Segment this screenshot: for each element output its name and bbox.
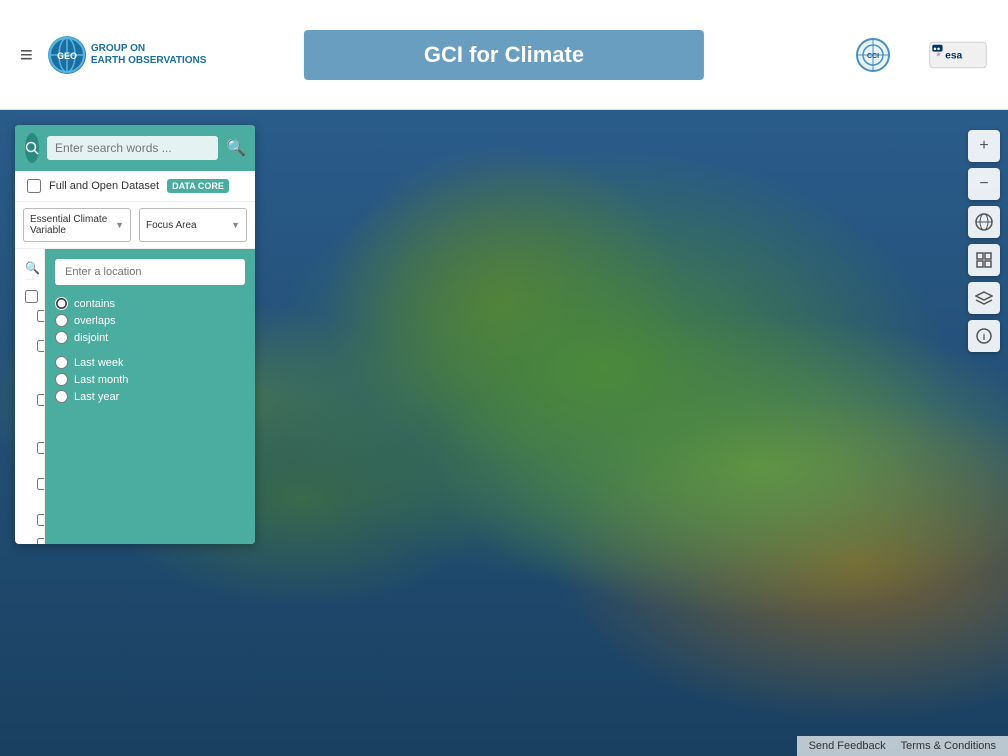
dropdowns-row: Essential Climate Variable ▼ Focus Area … [15,202,255,249]
zoom-out-button[interactable]: − [968,168,1000,200]
soil-moisture-checkbox[interactable] [37,514,45,526]
focus-area-dropdown[interactable]: Focus Area ▼ [139,208,247,242]
overlaps-radio[interactable] [55,314,68,327]
svg-text:●●: ●● [933,46,941,52]
topbar: ≡ GEO GROUP ON EARTH OBSERVATIONS GCI fo… [0,0,1008,110]
geo-logo-emblem: GEO [48,36,86,74]
send-feedback-link[interactable]: Send Feedback [809,740,886,752]
svg-text:GEO: GEO [57,51,77,61]
geocore-badge: DATA CORE [167,179,229,193]
terms-link[interactable]: Terms & Conditions [901,740,996,752]
list-item[interactable]: Soil moisture [25,505,37,535]
terrestrial-checkbox[interactable] [25,290,38,303]
search-input[interactable] [47,136,218,160]
search-actions: 🔍 | ✕ ◀ [226,138,255,158]
cci-logo: CCI [853,35,913,75]
svg-text:CCI: CCI [867,53,879,60]
info-button[interactable]: i [968,320,1000,352]
map-footer: Send Feedback Terms & Conditions [797,736,1008,756]
disjoint-label: disjoint [74,332,108,344]
last-month-option[interactable]: Last month [55,373,245,386]
grid-button[interactable] [968,244,1000,276]
title-banner: GCI for Climate [304,30,704,80]
last-month-label: Last month [74,374,128,386]
panel-content: 🔍 ✕ TERRESTRIAL Albedo Land Surface Temp… [15,249,255,544]
soil-carbon-checkbox[interactable] [37,442,45,454]
esa-logo: ★ esa ●● [928,35,988,75]
location-input[interactable] [55,259,245,285]
last-week-label: Last week [74,357,124,369]
search-bar: 🔍 | ✕ ◀ [15,125,255,171]
overlaps-option[interactable]: overlaps [55,314,245,327]
last-year-option[interactable]: Last year [55,390,245,403]
zoom-in-button[interactable]: + [968,130,1000,162]
ecv-dropdown[interactable]: Essential Climate Variable ▼ [23,208,131,242]
full-open-checkbox[interactable] [27,179,41,193]
last-month-radio[interactable] [55,373,68,386]
contains-label: contains [74,298,115,310]
list-item[interactable]: Above-ground biomass [25,463,37,505]
disjoint-option[interactable]: disjoint [55,331,245,344]
list-item[interactable]: Albedo [25,307,37,325]
search-icon-btn[interactable] [25,133,39,163]
last-year-label: Last year [74,391,119,403]
map-area[interactable]: 🔍 | ✕ ◀ Full and Open Dataset DATA CORE … [0,110,1008,756]
geo-logo-text: GROUP ON EARTH OBSERVATIONS [91,43,207,67]
geo-logo: GEO GROUP ON EARTH OBSERVATIONS [48,36,207,74]
focus-area-dropdown-arrow: ▼ [231,220,240,230]
globe-button[interactable] [968,206,1000,238]
filter-row: Full and Open Dataset DATA CORE [15,171,255,202]
land-surface-temp-checkbox[interactable] [37,340,45,352]
map-tools: + − [968,130,1000,352]
overlaps-label: overlaps [74,315,116,327]
full-open-label: Full and Open Dataset [49,180,159,192]
hamburger-icon[interactable]: ≡ [20,42,33,68]
spatial-relation-group: contains overlaps disjoint [55,297,245,344]
last-week-radio[interactable] [55,356,68,369]
disjoint-radio[interactable] [55,331,68,344]
contains-option[interactable]: contains [55,297,245,310]
time-filter-group: Last week Last month Last year [55,356,245,403]
page-title: GCI for Climate [424,42,584,68]
layers-button[interactable] [968,282,1000,314]
search-submit-icon[interactable]: 🔍 [226,138,246,158]
topbar-right: CCI ★ esa ●● [853,35,988,75]
checklist-search-icon: 🔍 [25,261,40,275]
filter-panel: contains overlaps disjoint Last week [45,249,255,544]
last-year-radio[interactable] [55,390,68,403]
albedo-checkbox[interactable] [37,310,45,322]
terrestrial-section-header: TERRESTRIAL [25,286,34,307]
list-item[interactable]: Latent and Sensible heat fluxes [25,367,37,433]
checklist-area: 🔍 ✕ TERRESTRIAL Albedo Land Surface Temp… [15,249,45,544]
list-item[interactable]: Soil Carbon [25,433,37,463]
svg-text:★: ★ [935,51,942,58]
topbar-left: ≡ GEO GROUP ON EARTH OBSERVATIONS [20,36,206,74]
latent-heat-checkbox[interactable] [37,394,45,406]
left-panel: 🔍 | ✕ ◀ Full and Open Dataset DATA CORE … [15,125,255,544]
list-item[interactable]: Groundwater [25,535,37,544]
svg-text:esa: esa [945,50,962,61]
svg-text:i: i [983,332,986,342]
above-ground-biomass-checkbox[interactable] [37,478,45,490]
list-item[interactable]: Land Surface Temperature [25,325,37,367]
last-week-option[interactable]: Last week [55,356,245,369]
contains-radio[interactable] [55,297,68,310]
ecv-dropdown-arrow: ▼ [115,220,124,230]
groundwater-checkbox[interactable] [37,538,45,544]
